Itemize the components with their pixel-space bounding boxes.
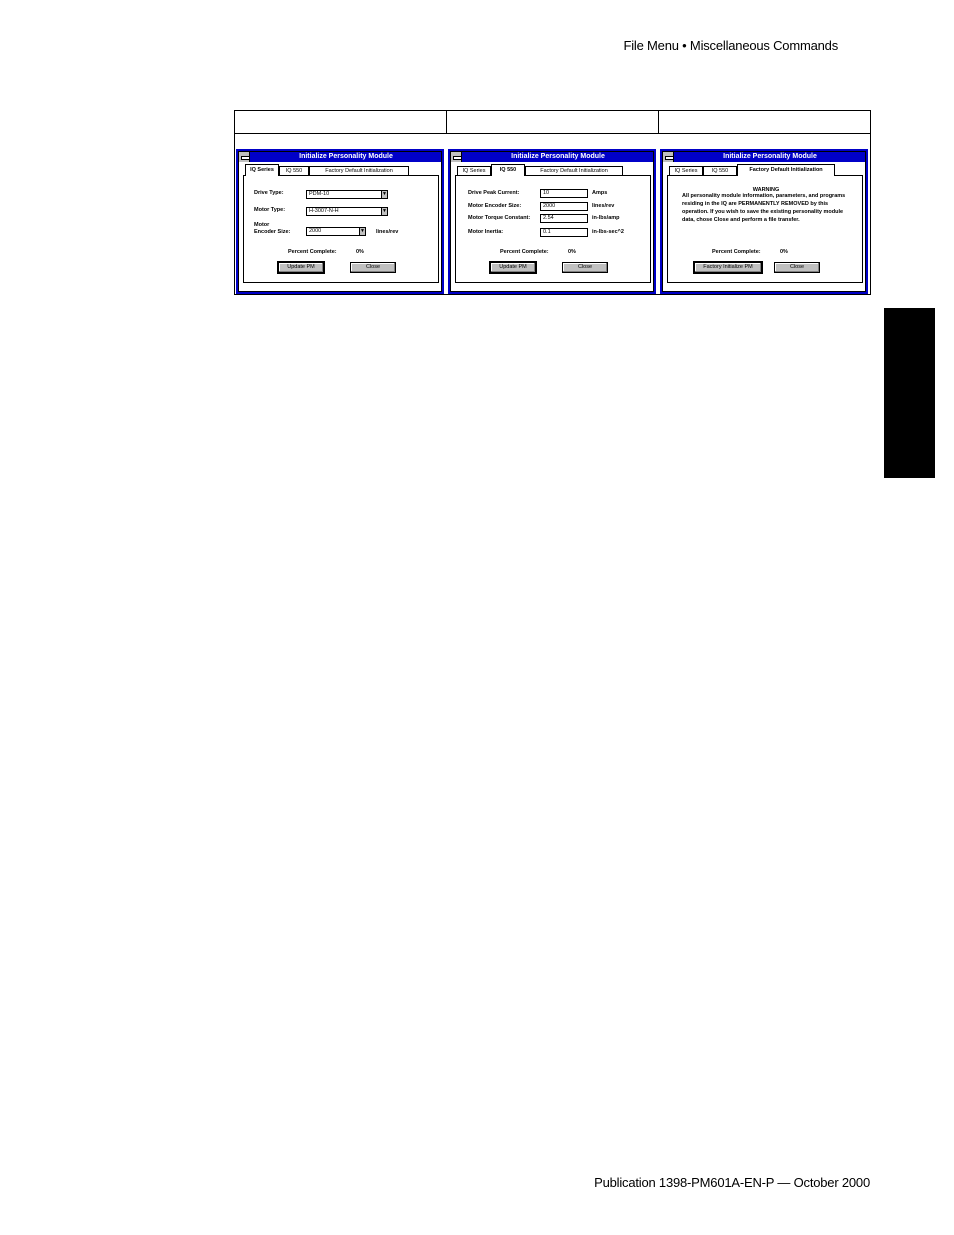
dropdown-arrow-icon[interactable]: ▼: [381, 207, 388, 216]
encoder-size-label: Motor Encoder Size:: [468, 203, 522, 209]
encoder-size-label-line2: Encoder Size:: [254, 229, 291, 235]
title-bar[interactable]: Initialize Personality Module: [663, 152, 865, 162]
tab-iq-550[interactable]: IQ 550: [491, 164, 525, 176]
system-menu-icon[interactable]: [663, 152, 674, 162]
percent-complete-label: Percent Complete:: [500, 249, 549, 255]
encoder-size-select[interactable]: 2000 ▼: [306, 227, 366, 236]
dropdown-arrow-icon[interactable]: ▼: [381, 190, 388, 199]
title-bar[interactable]: Initialize Personality Module: [239, 152, 441, 162]
tab-factory-default[interactable]: Factory Default Initialization: [737, 164, 835, 176]
update-pm-button[interactable]: Update PM: [489, 261, 537, 274]
column-label-3: [659, 115, 870, 130]
peak-current-label: Drive Peak Current:: [468, 190, 520, 196]
encoder-size-value: 2000: [309, 228, 322, 234]
peak-current-unit: Amps: [592, 190, 608, 196]
torque-constant-unit: in-lbs/amp: [592, 215, 620, 221]
tab-panel: Drive Type: PDM-10 ▼ Motor Type: H-3007-…: [243, 175, 439, 283]
column-label-2: [447, 115, 658, 130]
torque-constant-label: Motor Torque Constant:: [468, 215, 531, 221]
tab-panel: Drive Peak Current: 10 Amps Motor Encode…: [455, 175, 651, 283]
factory-initialize-button[interactable]: Factory Initialize PM: [693, 261, 763, 274]
dialog-iq-series: Initialize Personality Module IQ Series …: [236, 149, 444, 294]
encoder-size-label-line1: Motor: [254, 222, 270, 228]
close-button[interactable]: Close: [774, 262, 820, 273]
update-pm-button[interactable]: Update PM: [277, 261, 325, 274]
motor-type-value: H-3007-N-H: [309, 208, 339, 214]
title-bar[interactable]: Initialize Personality Module: [451, 152, 653, 162]
drive-type-select[interactable]: PDM-10 ▼: [306, 190, 388, 199]
motor-type-label: Motor Type:: [254, 207, 286, 213]
encoder-unit: lines/rev: [376, 229, 399, 235]
torque-constant-input[interactable]: 2.54: [540, 214, 588, 223]
motor-inertia-unit: in-lbs-sec^2: [592, 229, 624, 235]
running-head: File Menu • Miscellaneous Commands: [623, 38, 838, 53]
dialog-title: Initialize Personality Module: [723, 153, 817, 160]
drive-type-value: PDM-10: [309, 191, 330, 197]
percent-complete-value: 0%: [356, 249, 364, 255]
system-menu-icon[interactable]: [451, 152, 462, 162]
section-side-tab: [884, 308, 935, 478]
percent-complete-value: 0%: [568, 249, 576, 255]
percent-complete-value: 0%: [780, 249, 788, 255]
close-button[interactable]: Close: [562, 262, 608, 273]
motor-inertia-label: Motor Inertia:: [468, 229, 504, 235]
dialog-body: Initialize Personality Module IQ Series …: [238, 151, 442, 292]
dialog-title: Initialize Personality Module: [511, 153, 605, 160]
drive-type-label: Drive Type:: [254, 190, 284, 196]
percent-complete-label: Percent Complete:: [712, 249, 761, 255]
column-label-1: [235, 115, 446, 130]
percent-complete-label: Percent Complete:: [288, 249, 337, 255]
figure-header-row: [235, 111, 870, 134]
dropdown-arrow-icon[interactable]: ▼: [359, 227, 366, 236]
motor-inertia-input[interactable]: 0.1: [540, 228, 588, 237]
dialog-factory-default: Initialize Personality Module IQ Series …: [660, 149, 868, 294]
peak-current-input[interactable]: 10: [540, 189, 588, 198]
warning-text: All personality module information, para…: [682, 193, 846, 223]
encoder-size-input[interactable]: 2000: [540, 202, 588, 211]
close-button[interactable]: Close: [350, 262, 396, 273]
tab-iq-series[interactable]: IQ Series: [245, 164, 279, 176]
dialog-body: Initialize Personality Module IQ Series …: [450, 151, 654, 292]
encoder-size-unit: lines/rev: [592, 203, 615, 209]
motor-type-select[interactable]: H-3007-N-H ▼: [306, 207, 388, 216]
dialog-iq-550: Initialize Personality Module IQ Series …: [448, 149, 656, 294]
system-menu-icon[interactable]: [239, 152, 250, 162]
dialog-body: Initialize Personality Module IQ Series …: [662, 151, 866, 292]
figure-table: Initialize Personality Module IQ Series …: [234, 110, 871, 295]
publication-footer: Publication 1398-PM601A-EN-P — October 2…: [594, 1175, 870, 1190]
tab-panel: WARNING All personality module informati…: [667, 175, 863, 283]
dialog-title: Initialize Personality Module: [299, 153, 393, 160]
